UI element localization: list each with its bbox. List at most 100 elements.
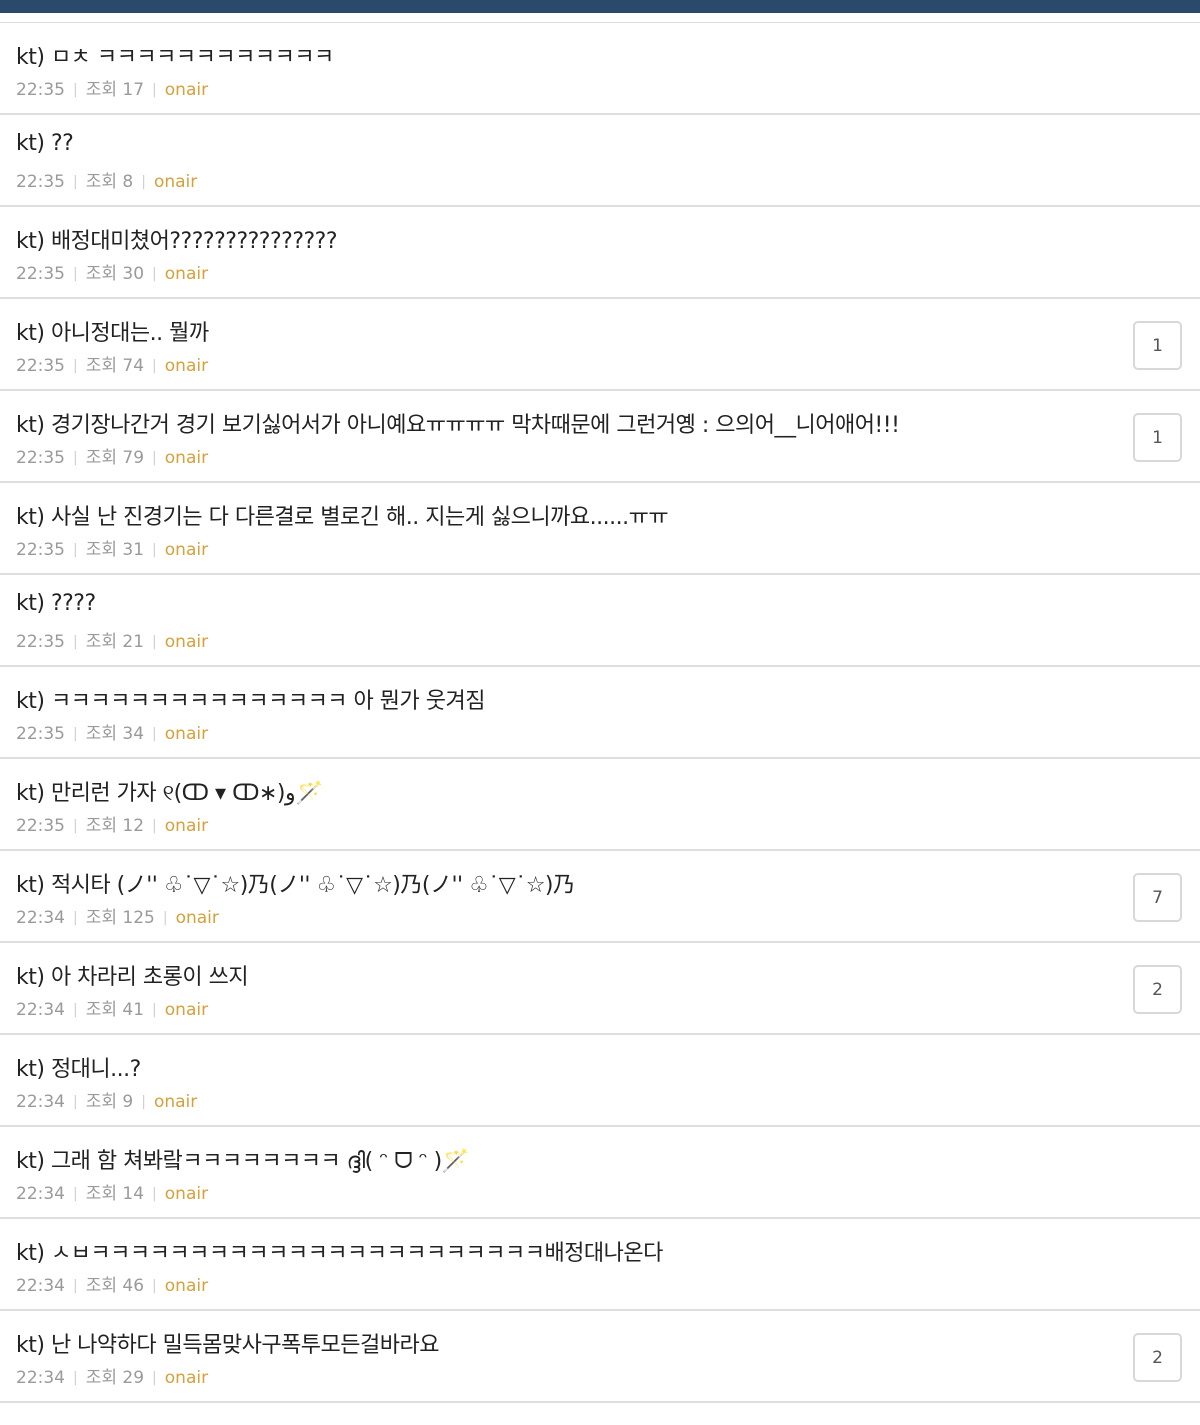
post-time: 22:35 — [16, 816, 65, 836]
comment-count-badge[interactable]: 7 — [1133, 873, 1182, 922]
post-views: 조회 17 — [85, 80, 145, 100]
meta-divider: | — [73, 1186, 78, 1202]
post-tag: onair — [164, 632, 209, 652]
post-item[interactable]: kt) 난 나약하다 밀득몸맞사구폭투모든걸바라요 22:34 | 조회 29 | ona… — [0, 1311, 1200, 1403]
meta-divider: | — [141, 174, 146, 190]
meta-divider: | — [73, 266, 78, 282]
meta-divider: | — [152, 1002, 157, 1018]
top-spacer — [0, 13, 1200, 23]
post-title[interactable]: kt) 정대니...? — [16, 1051, 141, 1083]
meta-divider: | — [73, 818, 78, 834]
post-meta: 22:35 | 조회 30 | onair — [16, 259, 208, 284]
post-item[interactable]: kt) 정대니...? 22:34 | 조회 9 | onair — [0, 1035, 1200, 1127]
post-tag: onair — [175, 908, 219, 928]
post-views: 조회 14 — [85, 1184, 145, 1204]
post-meta: 22:34 | 조회 9 | onair — [16, 1087, 197, 1112]
post-title[interactable]: kt) 경기장나간거 경기 보기싫어서가 아니예요ㅠㅠㅠㅠ 막차때문에 그런거옝… — [16, 407, 900, 439]
post-title[interactable]: kt) ?? — [16, 131, 74, 156]
meta-divider: | — [152, 542, 157, 558]
post-title[interactable]: kt) 그래 함 쳐봐랔ㅋㅋㅋㅋㅋㅋㅋㅋ ദ്ദി( ᵔ ᗜ ᵔ )🪄 — [16, 1143, 469, 1175]
post-views: 조회 46 — [85, 1276, 145, 1296]
post-item[interactable]: kt) ㅋㅋㅋㅋㅋㅋㅋㅋㅋㅋㅋㅋㅋㅋㅋ 아 뭔가 웃겨짐 22:35 | 조회 34 |… — [0, 667, 1200, 759]
post-views: 조회 79 — [85, 448, 145, 468]
meta-divider: | — [162, 910, 168, 926]
meta-divider: | — [152, 266, 157, 282]
meta-divider: | — [73, 82, 78, 98]
post-views: 조회 74 — [85, 356, 145, 376]
post-time: 22:34 — [16, 908, 65, 928]
post-tag: onair — [164, 1000, 209, 1020]
post-item[interactable]: kt) 사실 난 진경기는 다 다른결로 별로긴 해.. 지는게 싫으니까요..… — [0, 483, 1200, 575]
post-meta: 22:34 | 조회 29 | onair — [16, 1363, 208, 1388]
post-title[interactable]: kt) 만리런 가자 ୧(ↀ ▾ ↀ∗)و🪄 — [16, 775, 324, 807]
meta-divider: | — [152, 1186, 157, 1202]
meta-divider: | — [73, 1278, 78, 1294]
post-meta: 22:34 | 조회 41 | onair — [16, 995, 208, 1020]
post-time: 22:35 — [16, 632, 65, 652]
meta-divider: | — [73, 450, 78, 466]
post-item[interactable]: kt) ???? 22:35 | 조회 21 | onair — [0, 575, 1200, 667]
post-meta: 22:35 | 조회 17 | onair — [16, 75, 208, 100]
meta-divider: | — [152, 818, 157, 834]
comment-count-badge[interactable]: 2 — [1133, 1333, 1182, 1382]
post-time: 22:35 — [16, 448, 65, 468]
post-time: 22:35 — [16, 80, 65, 100]
post-title[interactable]: kt) 아니정대는.. 뭘까 — [16, 315, 209, 347]
comment-count-badge[interactable]: 1 — [1133, 413, 1182, 462]
post-time: 22:35 — [16, 264, 65, 284]
meta-divider: | — [152, 1370, 157, 1386]
post-views: 조회 8 — [85, 172, 134, 192]
post-item[interactable]: kt) 적시타 (ノ'' ♧˙▽˙☆)乃(ノ'' ♧˙▽˙☆)乃(ノ'' ♧˙▽… — [0, 851, 1200, 943]
post-views: 조회 30 — [85, 264, 145, 284]
meta-divider: | — [73, 634, 78, 650]
post-title[interactable]: kt) 난 나약하다 밀득몸맞사구폭투모든걸바라요 — [16, 1327, 440, 1359]
post-item[interactable]: kt) 아니정대는.. 뭘까 22:35 | 조회 74 | onair 1 — [0, 299, 1200, 391]
post-item[interactable]: kt) 경기장나간거 경기 보기싫어서가 아니예요ㅠㅠㅠㅠ 막차때문에 그런거옝… — [0, 391, 1200, 483]
post-title[interactable]: kt) ㅋㅋㅋㅋㅋㅋㅋㅋㅋㅋㅋㅋㅋㅋㅋ 아 뭔가 웃겨짐 — [16, 683, 485, 715]
post-views: 조회 12 — [85, 816, 145, 836]
post-time: 22:35 — [16, 172, 65, 192]
post-item[interactable]: kt) ㅁㅊ ㅋㅋㅋㅋㅋㅋㅋㅋㅋㅋㅋㅋ 22:35 | 조회 17 | onair — [0, 23, 1200, 115]
meta-divider: | — [152, 726, 157, 742]
post-tag: onair — [164, 540, 209, 560]
meta-divider: | — [73, 542, 78, 558]
meta-divider: | — [152, 634, 157, 650]
post-item[interactable]: kt) 아 차라리 초롱이 쓰지 22:34 | 조회 41 | onair 2 — [0, 943, 1200, 1035]
post-views: 조회 31 — [85, 540, 145, 560]
post-tag: onair — [164, 816, 209, 836]
meta-divider: | — [73, 1370, 78, 1386]
post-time: 22:35 — [16, 356, 65, 376]
post-title[interactable]: kt) ㅅㅂㅋㅋㅋㅋㅋㅋㅋㅋㅋㅋㅋㅋㅋㅋㅋㅋㅋㅋㅋㅋㅋㅋㅋ배정대나온다 — [16, 1235, 663, 1267]
post-title[interactable]: kt) 적시타 (ノ'' ♧˙▽˙☆)乃(ノ'' ♧˙▽˙☆)乃(ノ'' ♧˙▽… — [16, 867, 575, 899]
post-tag: onair — [153, 172, 198, 192]
post-item[interactable]: kt) 배정대미쳤어??????????????? 22:35 | 조회 30 | ona… — [0, 207, 1200, 299]
post-title[interactable]: kt) 배정대미쳤어??????????????? — [16, 223, 338, 255]
post-title[interactable]: kt) ㅁㅊ ㅋㅋㅋㅋㅋㅋㅋㅋㅋㅋㅋㅋ — [16, 39, 334, 71]
meta-divider: | — [73, 726, 78, 742]
post-meta: 22:35 | 조회 74 | onair — [16, 351, 208, 376]
comment-count-badge[interactable]: 1 — [1133, 321, 1182, 370]
post-meta: 22:35 | 조회 31 | onair — [16, 535, 208, 560]
post-meta: 22:35 | 조회 21 | onair — [16, 627, 208, 652]
meta-divider: | — [73, 1002, 78, 1018]
post-title[interactable]: kt) 아 차라리 초롱이 쓰지 — [16, 959, 249, 991]
post-meta: 22:34 | 조회 46 | onair — [16, 1271, 208, 1296]
post-time: 22:34 — [16, 1092, 65, 1112]
post-list: kt) ㅁㅊ ㅋㅋㅋㅋㅋㅋㅋㅋㅋㅋㅋㅋ 22:35 | 조회 17 | onair kt) … — [0, 23, 1200, 1403]
post-time: 22:35 — [16, 540, 65, 560]
post-item[interactable]: kt) 만리런 가자 ୧(ↀ ▾ ↀ∗)و🪄 22:35 | 조회 12 | onair — [0, 759, 1200, 851]
post-meta: 22:35 | 조회 34 | onair — [16, 719, 208, 744]
post-tag: onair — [164, 1184, 209, 1204]
post-views: 조회 125 — [85, 908, 155, 928]
post-title[interactable]: kt) ???? — [16, 591, 96, 616]
post-views: 조회 21 — [85, 632, 145, 652]
meta-divider: | — [73, 174, 78, 190]
post-item[interactable]: kt) 그래 함 쳐봐랔ㅋㅋㅋㅋㅋㅋㅋㅋ ദ്ദി( ᵔ ᗜ ᵔ )🪄 22:34… — [0, 1127, 1200, 1219]
post-item[interactable]: kt) ㅅㅂㅋㅋㅋㅋㅋㅋㅋㅋㅋㅋㅋㅋㅋㅋㅋㅋㅋㅋㅋㅋㅋㅋㅋ배정대나온다 22:34… — [0, 1219, 1200, 1311]
post-tag: onair — [164, 448, 209, 468]
comment-count-badge[interactable]: 2 — [1133, 965, 1182, 1014]
post-tag: onair — [164, 356, 209, 376]
post-title[interactable]: kt) 사실 난 진경기는 다 다른결로 별로긴 해.. 지는게 싫으니까요..… — [16, 499, 669, 531]
post-time: 22:34 — [16, 1368, 65, 1388]
post-item[interactable]: kt) ?? 22:35 | 조회 8 | onair — [0, 115, 1200, 207]
